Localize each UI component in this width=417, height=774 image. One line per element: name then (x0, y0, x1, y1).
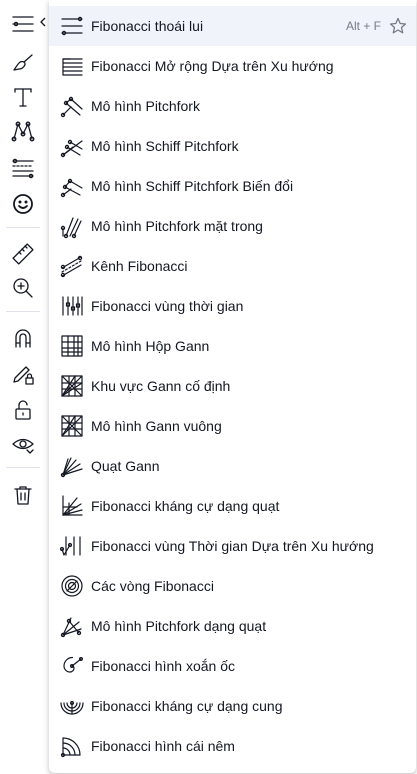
menu-item-inside-pitchfork[interactable]: Mô hình Pitchfork mặt trong (49, 206, 416, 246)
toolbar-divider (6, 311, 40, 312)
menu-item-gann-fan[interactable]: Quạt Gann (49, 446, 416, 486)
gann-box-icon (59, 333, 85, 359)
menu-item-label: Fibonacci vùng Thời gian Dựa trên Xu hướ… (91, 538, 374, 554)
menu-item-label: Fibonacci kháng cự dạng cung (91, 698, 283, 714)
gann-square-icon (59, 413, 85, 439)
menu-item-schiff-pitchfork[interactable]: Mô hình Schiff Pitchfork (49, 126, 416, 166)
menu-item-gann-box[interactable]: Mô hình Hộp Gann (49, 326, 416, 366)
menu-item-label: Fibonacci hình xoắn ốc (91, 658, 235, 674)
menu-item-trend-fib-extension[interactable]: Fibonacci Mở rộng Dựa trên Xu hướng (49, 46, 416, 86)
fib-circles-icon (59, 573, 85, 599)
collapse-arrow-icon[interactable] (39, 15, 47, 29)
menu-item-gann-square[interactable]: Mô hình Gann vuông (49, 406, 416, 446)
unlock-icon[interactable] (4, 392, 42, 428)
menu-item-label: Mô hình Pitchfork mặt trong (91, 218, 263, 234)
menu-item-label: Mô hình Pitchfork (91, 98, 200, 114)
menu-item-label: Fibonacci vùng thời gian (91, 298, 244, 314)
shortcut-label: Alt + F (346, 19, 382, 33)
fib-timezone-icon (59, 293, 85, 319)
schiff-pitchfork-icon (59, 133, 85, 159)
menu-item-pitchfork[interactable]: Mô hình Pitchfork (49, 86, 416, 126)
menu-item-label: Khu vực Gann cố định (91, 378, 231, 394)
menu-item-label: Mô hình Pitchfork dạng quạt (91, 618, 267, 634)
menu-item-label: Các vòng Fibonacci (91, 578, 214, 594)
text-icon[interactable] (4, 79, 42, 115)
left-toolbar (0, 0, 46, 774)
fib-wedge-icon (59, 733, 85, 759)
emoji-icon[interactable] (4, 186, 42, 222)
patterns-icon[interactable] (4, 113, 42, 149)
trend-fib-extension-icon (59, 53, 85, 79)
toolbar-divider (6, 467, 40, 468)
gann-square-fixed-icon (59, 373, 85, 399)
menu-item-label: Fibonacci Mở rộng Dựa trên Xu hướng (91, 58, 334, 74)
fib-speed-arcs-icon (59, 693, 85, 719)
menu-item-trend-fib-time[interactable]: Fibonacci vùng Thời gian Dựa trên Xu hướ… (49, 526, 416, 566)
menu-item-label: Mô hình Schiff Pitchfork (91, 138, 239, 154)
magnet-icon[interactable] (4, 320, 42, 356)
brush-icon[interactable] (4, 45, 42, 81)
eye-icon[interactable] (4, 426, 42, 462)
gann-fan-icon (59, 453, 85, 479)
fibonacci-gann-dropdown: Fibonacci thoái lui Alt + F Fibonacci Mở… (49, 0, 416, 773)
pitchfork-icon (59, 93, 85, 119)
lines-menu-icon[interactable] (4, 6, 42, 42)
ruler-icon[interactable] (4, 236, 42, 272)
menu-item-modified-schiff-pitchfork[interactable]: Mô hình Schiff Pitchfork Biến đổi (49, 166, 416, 206)
fib-spiral-icon (59, 653, 85, 679)
menu-item-label: Kênh Fibonacci (91, 258, 188, 274)
menu-item-fib-retracement[interactable]: Fibonacci thoái lui Alt + F (49, 6, 416, 46)
menu-item-fib-wedge[interactable]: Fibonacci hình cái nêm (49, 726, 416, 766)
menu-item-label: Fibonacci hình cái nêm (91, 738, 235, 754)
menu-item-fib-speed-arcs[interactable]: Fibonacci kháng cự dạng cung (49, 686, 416, 726)
star-icon[interactable] (389, 17, 407, 35)
trend-fib-time-icon (59, 533, 85, 559)
lock-drawing-icon[interactable] (4, 356, 42, 392)
fib-retracement-icon (59, 13, 85, 39)
fib-channel-icon (59, 253, 85, 279)
menu-item-gann-square-fixed[interactable]: Khu vực Gann cố định (49, 366, 416, 406)
menu-item-fib-circles[interactable]: Các vòng Fibonacci (49, 566, 416, 606)
menu-item-fib-timezone[interactable]: Fibonacci vùng thời gian (49, 286, 416, 326)
menu-item-fib-spiral[interactable]: Fibonacci hình xoắn ốc (49, 646, 416, 686)
menu-item-pitchfan[interactable]: Mô hình Pitchfork dạng quạt (49, 606, 416, 646)
pitchfan-icon (59, 613, 85, 639)
menu-item-label: Mô hình Schiff Pitchfork Biến đổi (91, 178, 294, 194)
menu-item-label: Mô hình Gann vuông (91, 418, 222, 434)
trash-icon[interactable] (4, 477, 42, 513)
menu-item-label: Mô hình Hộp Gann (91, 338, 210, 354)
menu-item-fib-channel[interactable]: Kênh Fibonacci (49, 246, 416, 286)
fib-speed-fan-icon (59, 493, 85, 519)
toolbar-divider (6, 227, 40, 228)
menu-item-fib-speed-fan[interactable]: Fibonacci kháng cự dạng quạt (49, 486, 416, 526)
zoom-in-icon[interactable] (4, 270, 42, 306)
modified-schiff-pitchfork-icon (59, 173, 85, 199)
menu-item-label: Fibonacci thoái lui (91, 18, 204, 34)
menu-item-label: Fibonacci kháng cự dạng quạt (91, 498, 280, 514)
menu-item-label: Quạt Gann (91, 458, 160, 474)
inside-pitchfork-icon (59, 213, 85, 239)
fib-gann-icon[interactable] (4, 150, 42, 186)
